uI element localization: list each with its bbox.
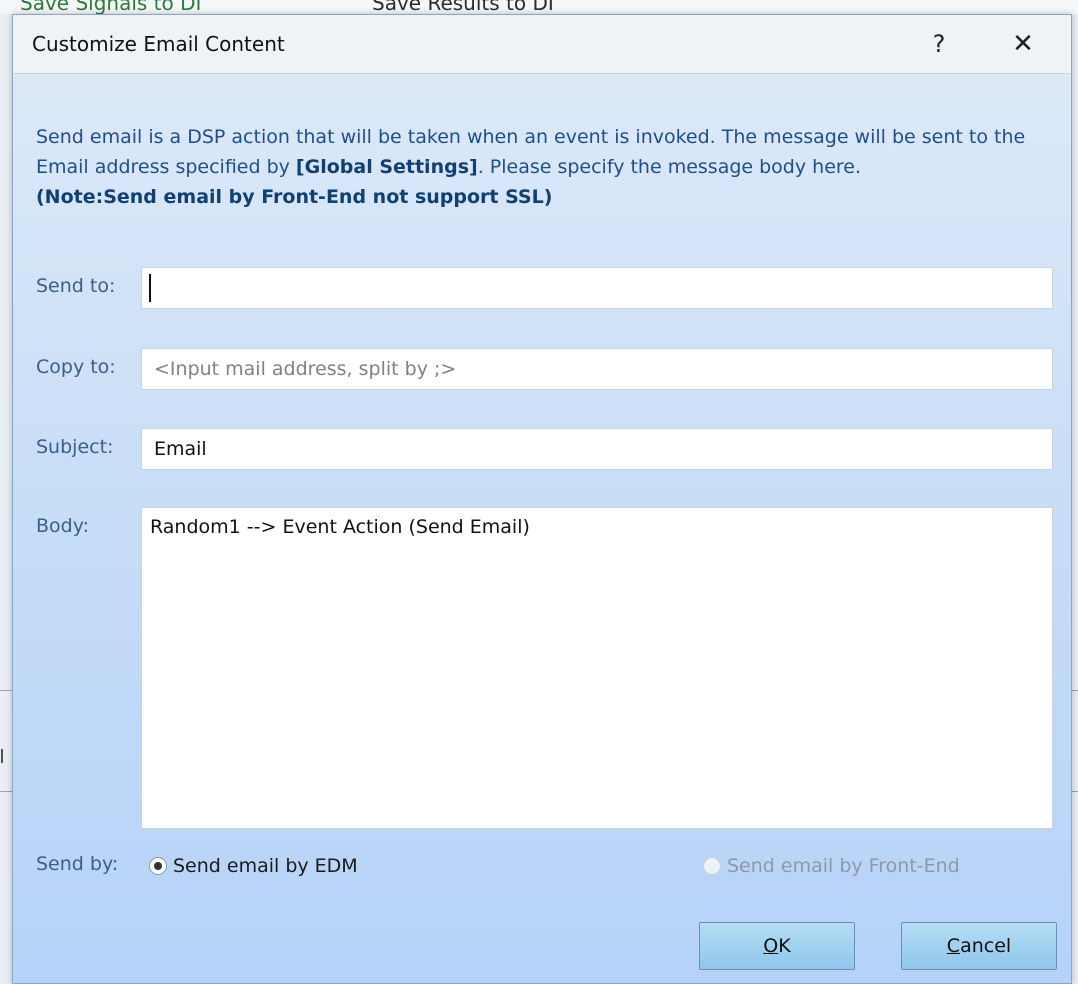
dialog-description: Send email is a DSP action that will be … bbox=[36, 122, 1056, 212]
copy-to-label: Copy to: bbox=[36, 356, 116, 378]
radio-button-checked[interactable] bbox=[149, 857, 167, 875]
background-menu-item: Save Signals to DI bbox=[20, 0, 202, 14]
ok-button[interactable]: OK bbox=[699, 922, 855, 970]
cancel-button[interactable]: Cancel bbox=[901, 922, 1057, 970]
body-label: Body: bbox=[36, 515, 89, 537]
ok-label-rest: K bbox=[778, 935, 791, 957]
radio-send-by-front-end: Send email by Front-End bbox=[703, 855, 960, 877]
cancel-label-rest: ancel bbox=[960, 935, 1012, 957]
dialog-titlebar: Customize Email Content ? ✕ bbox=[13, 15, 1071, 74]
background-menu-item: Save Results to DI bbox=[372, 0, 554, 14]
close-button[interactable]: ✕ bbox=[1001, 23, 1045, 65]
send-to-label: Send to: bbox=[36, 275, 116, 297]
radio-label-edm: Send email by EDM bbox=[173, 855, 358, 877]
body-textarea[interactable]: Random1 --> Event Action (Send Email) bbox=[141, 507, 1053, 829]
ssl-note: (Note:Send email by Front-End not suppor… bbox=[36, 186, 553, 208]
subject-label: Subject: bbox=[36, 436, 114, 458]
background-panel-edge bbox=[0, 690, 12, 792]
cancel-mnemonic: C bbox=[946, 935, 961, 957]
send-by-label: Send by: bbox=[36, 853, 119, 875]
subject-input[interactable] bbox=[141, 428, 1053, 470]
send-to-input[interactable] bbox=[141, 267, 1053, 309]
text-cursor bbox=[149, 274, 151, 302]
description-text-end: . Please specify the message body here. bbox=[477, 156, 862, 178]
help-button[interactable]: ? bbox=[917, 23, 961, 65]
ok-mnemonic: O bbox=[763, 935, 779, 957]
radio-label-front-end: Send email by Front-End bbox=[727, 855, 960, 877]
global-settings-link: [Global Settings] bbox=[295, 156, 478, 178]
customize-email-dialog: Customize Email Content ? ✕ Send email i… bbox=[12, 14, 1072, 984]
radio-send-by-edm[interactable]: Send email by EDM bbox=[149, 855, 358, 877]
background-toolbar: Save Signals to DI Save Results to DI bbox=[0, 0, 1078, 14]
copy-to-input[interactable] bbox=[141, 348, 1053, 390]
radio-button-disabled bbox=[703, 857, 721, 875]
dialog-title: Customize Email Content bbox=[32, 32, 285, 56]
